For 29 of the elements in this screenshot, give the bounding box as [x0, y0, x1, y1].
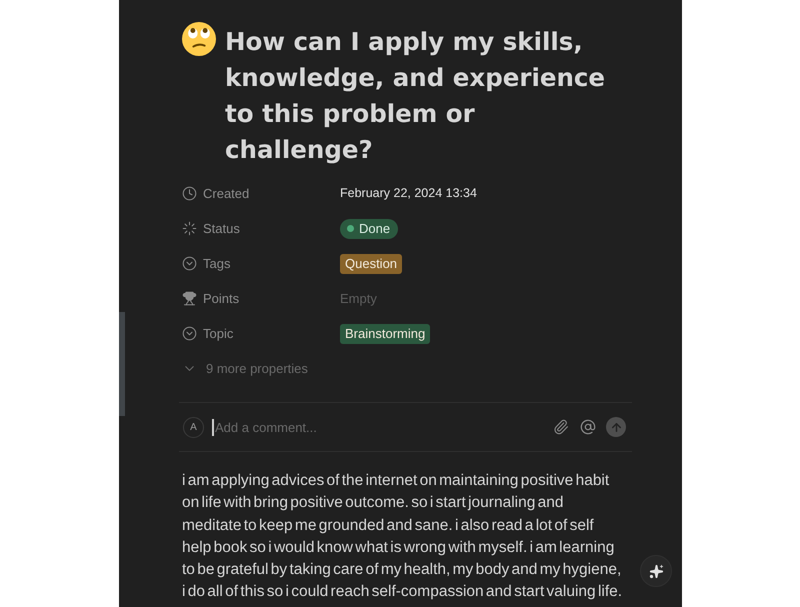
property-label[interactable]: Topic	[203, 324, 234, 344]
body-paragraph: i am applying advices of the internet on maintaining positive habit on life with bring positive outcome. so i start journaling and meditate to keep me grounded and sane. i also read a lot of self help book so i would know what is wrong with myself. i am learning to be grateful by taking care of my health, my body and my hygiene, i do all of this so i could reach self-compassion and start valuing life.	[181, 471, 624, 602]
property-label[interactable]: Status	[203, 218, 240, 238]
paperclip-icon	[553, 419, 569, 435]
avatar: A	[183, 416, 204, 438]
more-properties-toggle[interactable]: 9 more properties	[179, 358, 308, 378]
circle-chevron-down-icon	[182, 256, 197, 271]
date-value[interactable]: February 22, 2024 13:34	[340, 184, 477, 203]
sparkles-icon	[648, 564, 664, 578]
trophy-icon	[182, 291, 197, 306]
arrow-up-icon	[610, 420, 622, 434]
status-label: Done	[359, 220, 390, 238]
comment-input[interactable]: Add a comment...	[215, 415, 551, 439]
at-sign-icon	[580, 419, 596, 435]
property-label[interactable]: Created	[203, 184, 250, 204]
clock-icon	[182, 186, 197, 201]
loader-icon	[182, 221, 197, 236]
tag-chip[interactable]: Question	[340, 254, 402, 274]
mention-button[interactable]	[578, 417, 598, 437]
scrollbar-thumb[interactable]	[119, 312, 125, 416]
tag-chip[interactable]: Brainstorming	[340, 324, 430, 344]
page-title: How can I apply my skills, knowledge, and experience to this problem or challenge?	[225, 26, 606, 166]
ai-assistant-button[interactable]	[640, 555, 672, 587]
face-emoji-icon	[182, 22, 216, 56]
circle-chevron-down-icon	[182, 326, 197, 341]
empty-value[interactable]: Empty	[340, 288, 377, 308]
status-chip[interactable]: Done	[340, 218, 398, 238]
property-label[interactable]: Points	[203, 288, 240, 308]
property-label[interactable]: Tags	[203, 254, 230, 274]
